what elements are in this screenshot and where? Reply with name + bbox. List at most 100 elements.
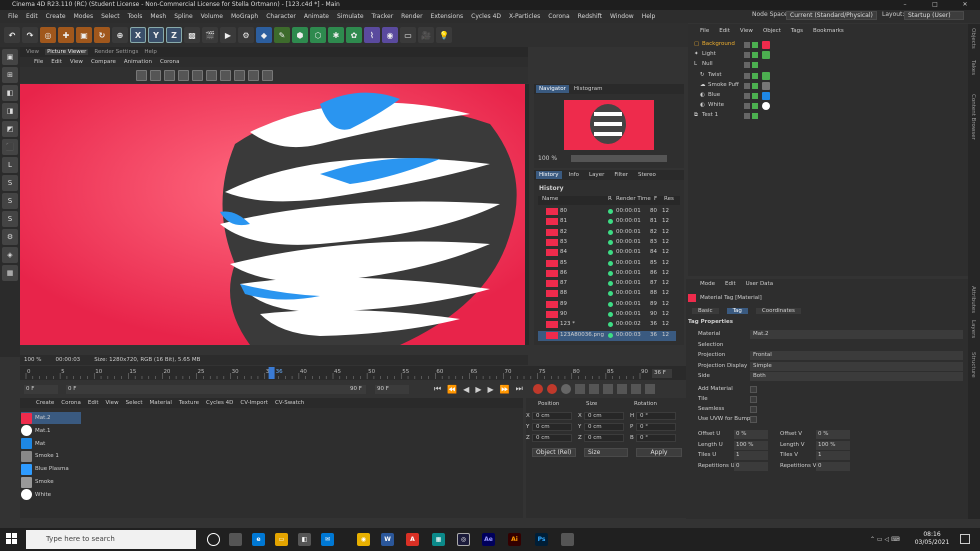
deformer-icon[interactable]: ✿: [346, 27, 362, 43]
material-menu-item[interactable]: Texture: [179, 400, 199, 406]
attributes-menu-item[interactable]: User Data: [746, 281, 773, 287]
tag-icon[interactable]: [762, 92, 770, 100]
object-menu-item[interactable]: View: [740, 28, 753, 34]
viewport-tab[interactable]: View: [26, 49, 39, 55]
prev-key-icon[interactable]: ⏪: [447, 385, 457, 394]
attributes-menu-item[interactable]: Mode: [700, 281, 715, 287]
goto-end-icon[interactable]: ⏭: [516, 384, 523, 394]
taskbar-app-icon[interactable]: [561, 533, 574, 546]
right-strip-tab[interactable]: Content Browser: [970, 94, 976, 140]
menu-extensions[interactable]: Extensions: [431, 13, 464, 20]
toolbar-button-icon[interactable]: [150, 69, 161, 81]
menu-volume[interactable]: Volume: [201, 13, 223, 20]
record-icon[interactable]: [532, 384, 543, 394]
coordinate-mode-dropdown[interactable]: Object (Rel): [532, 448, 576, 457]
menu-character[interactable]: Character: [266, 13, 296, 20]
visibility-dot-icon[interactable]: [744, 52, 750, 59]
object-menu-item[interactable]: Edit: [719, 28, 730, 34]
tab-layer[interactable]: Layer: [586, 171, 607, 179]
size-mode-dropdown[interactable]: Size: [584, 448, 628, 457]
photoshop-icon[interactable]: Ps: [535, 533, 548, 546]
material-menu-item[interactable]: Select: [126, 400, 143, 406]
menu-corona[interactable]: Corona: [548, 13, 569, 20]
minimize-button[interactable]: –: [890, 0, 920, 10]
camera-object-icon[interactable]: 🎥: [418, 27, 434, 43]
attributes-menu-item[interactable]: Edit: [725, 281, 736, 287]
toolbar-button-icon[interactable]: [248, 69, 259, 81]
menu-redshift[interactable]: Redshift: [578, 13, 602, 20]
cortana-icon[interactable]: [207, 533, 220, 546]
taskbar-search-input[interactable]: Type here to search: [26, 530, 196, 549]
left-tool-icon[interactable]: ▣: [2, 49, 18, 65]
subdivision-icon[interactable]: ⬢: [292, 27, 308, 43]
layout-dropdown[interactable]: Startup (User): [904, 11, 964, 20]
toolbar-button-icon[interactable]: [206, 69, 217, 81]
object-row[interactable]: ▢ Background: [690, 40, 966, 50]
material-menu-item[interactable]: Edit: [88, 400, 99, 406]
material-item[interactable]: Mat: [21, 438, 81, 450]
end-frame-input[interactable]: 90 F: [375, 385, 409, 394]
light-icon[interactable]: 💡: [436, 27, 452, 43]
numeric-field[interactable]: 1: [734, 451, 768, 460]
tab-stereo[interactable]: Stereo: [635, 171, 659, 179]
object-menu-item[interactable]: Object: [763, 28, 781, 34]
picture-viewer-menu-item[interactable]: Corona: [160, 59, 180, 65]
object-menu-item[interactable]: Tags: [791, 28, 803, 34]
object-menu-item[interactable]: File: [700, 28, 709, 34]
scale-icon[interactable]: ▣: [76, 27, 92, 43]
end-frame-field[interactable]: 36 F: [652, 369, 672, 378]
x-axis-button[interactable]: X: [130, 27, 146, 43]
store-icon[interactable]: ◧: [298, 533, 311, 546]
toolbar-button-icon[interactable]: [234, 69, 245, 81]
menu-spline[interactable]: Spline: [174, 13, 192, 20]
picture-viewer-menu-item[interactable]: Animation: [124, 59, 152, 65]
material-item[interactable]: Smoke: [21, 476, 81, 488]
enabled-check-icon[interactable]: [752, 93, 758, 99]
y-axis-button[interactable]: Y: [148, 27, 164, 43]
viewport-tab[interactable]: Help: [144, 49, 157, 55]
goto-start-icon[interactable]: ⏮: [434, 384, 441, 394]
next-key-icon[interactable]: ⏩: [500, 385, 510, 394]
menu-mesh[interactable]: Mesh: [150, 13, 166, 20]
select-icon[interactable]: ◎: [40, 27, 56, 43]
toolbar-button-icon[interactable]: [164, 69, 175, 81]
left-tool-icon[interactable]: S: [2, 175, 18, 191]
enabled-check-icon[interactable]: [752, 52, 758, 59]
attributes-tab[interactable]: Tag: [726, 307, 748, 314]
attributes-tab[interactable]: Coordinates: [755, 307, 801, 314]
menu-window[interactable]: Window: [610, 13, 634, 20]
rotation-field[interactable]: 0 °: [636, 434, 676, 442]
rotation-field[interactable]: 0 °: [636, 412, 676, 420]
menu-tracker[interactable]: Tracker: [372, 13, 394, 20]
scale-key-icon[interactable]: [588, 384, 599, 394]
z-axis-button[interactable]: Z: [166, 27, 182, 43]
node-space-dropdown[interactable]: Current (Standard/Physical): [786, 11, 877, 20]
numeric-field[interactable]: 0: [734, 461, 768, 471]
acrobat-icon[interactable]: A: [406, 533, 419, 546]
rotate-icon[interactable]: ↻: [94, 27, 110, 43]
picture-viewer-menu-item[interactable]: View: [70, 59, 83, 65]
edge-icon[interactable]: e: [252, 533, 265, 546]
visibility-dot-icon[interactable]: [744, 103, 750, 110]
coordinate-icon[interactable]: ⊕: [112, 27, 128, 43]
enabled-check-icon[interactable]: [752, 72, 758, 79]
size-field[interactable]: 0 cm: [584, 423, 624, 431]
checkbox[interactable]: [750, 386, 757, 393]
material-item[interactable]: White: [21, 489, 81, 501]
word-icon[interactable]: W: [381, 533, 394, 546]
right-strip-tab[interactable]: Objects: [970, 28, 976, 49]
numeric-field[interactable]: 1: [816, 451, 850, 460]
start-frame-field[interactable]: 0 F: [24, 385, 58, 394]
menu-help[interactable]: Help: [642, 13, 656, 20]
toolbar-button-icon[interactable]: [192, 69, 203, 81]
toolbar-button-icon[interactable]: [262, 69, 273, 81]
tab-navigator[interactable]: Navigator: [536, 85, 569, 93]
menu-select[interactable]: Select: [101, 13, 120, 20]
enabled-check-icon[interactable]: [752, 42, 758, 48]
enabled-check-icon[interactable]: [752, 62, 758, 69]
navigator-thumbnail[interactable]: [564, 100, 654, 150]
field-icon[interactable]: ✱: [328, 27, 344, 43]
visibility-dot-icon[interactable]: [744, 72, 750, 79]
menu-mograph[interactable]: MoGraph: [231, 13, 258, 20]
history-row[interactable]: 123A80036.png 00:00:03 36 12: [538, 330, 676, 341]
